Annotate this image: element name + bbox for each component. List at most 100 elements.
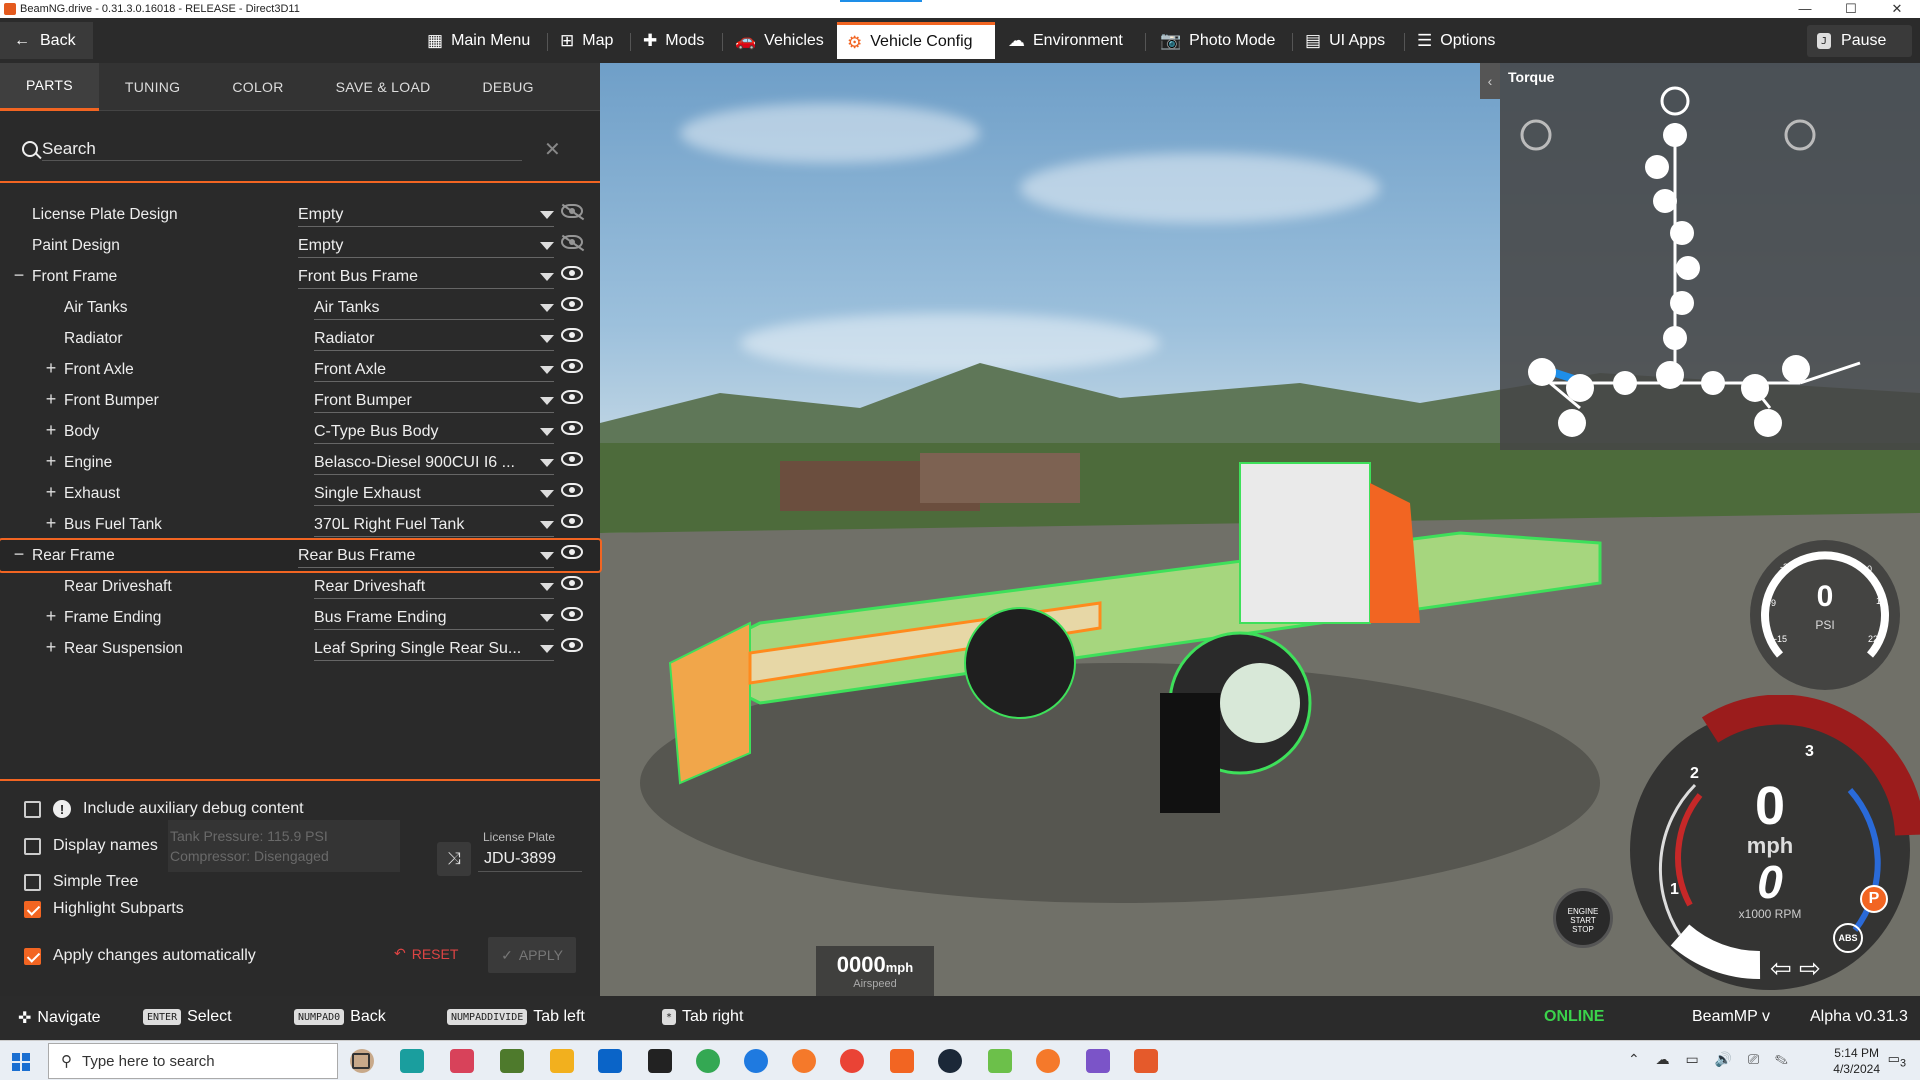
- nav-main-menu[interactable]: ▦ Main Menu: [417, 22, 540, 59]
- part-select[interactable]: Bus Frame Ending: [314, 606, 554, 630]
- tab-tuning[interactable]: TUNING: [99, 63, 206, 111]
- eye-icon[interactable]: [561, 328, 583, 342]
- dropdown-arrow-icon[interactable]: [540, 614, 554, 622]
- blender-icon-2[interactable]: [1036, 1049, 1060, 1073]
- part-select[interactable]: Radiator: [314, 327, 554, 351]
- expand-icon[interactable]: +: [44, 358, 58, 379]
- tab-color[interactable]: COLOR: [206, 63, 309, 111]
- dropdown-arrow-icon[interactable]: [540, 397, 554, 405]
- dropdown-arrow-icon[interactable]: [540, 366, 554, 374]
- dropdown-arrow-icon[interactable]: [540, 242, 554, 250]
- task-view-icon[interactable]: [352, 1053, 370, 1069]
- app-icon-2[interactable]: [988, 1049, 1012, 1073]
- part-row[interactable]: Radiator Radiator: [0, 323, 600, 354]
- dropdown-arrow-icon[interactable]: [540, 273, 554, 281]
- part-row[interactable]: + Body C-Type Bus Body: [0, 416, 600, 447]
- taskbar-search[interactable]: ⚲ Type here to search: [48, 1043, 338, 1079]
- option-aux-debug[interactable]: ! Include auxiliary debug content: [24, 800, 304, 818]
- part-row[interactable]: + Bus Fuel Tank 370L Right Fuel Tank: [0, 509, 600, 540]
- pause-button[interactable]: J Pause: [1807, 25, 1912, 57]
- eye-icon[interactable]: [561, 514, 583, 528]
- eye-off-icon[interactable]: [561, 235, 583, 249]
- eye-icon[interactable]: [561, 638, 583, 652]
- app-icon-3[interactable]: [1134, 1049, 1158, 1073]
- eye-icon[interactable]: [561, 483, 583, 497]
- part-row[interactable]: Paint Design Empty: [0, 230, 600, 261]
- eye-icon[interactable]: [561, 266, 583, 280]
- clear-icon[interactable]: ✕: [544, 137, 561, 162]
- eye-icon[interactable]: [561, 452, 583, 466]
- dropdown-arrow-icon[interactable]: [540, 459, 554, 467]
- aux-debug-checkbox[interactable]: [24, 800, 41, 818]
- part-row[interactable]: License Plate Design Empty: [0, 199, 600, 230]
- part-row[interactable]: + Front Axle Front Axle: [0, 354, 600, 385]
- nav-vehicle-config[interactable]: ⚙ Vehicle Config: [837, 22, 995, 59]
- part-select[interactable]: Rear Driveshaft: [314, 575, 554, 599]
- dropdown-arrow-icon[interactable]: [540, 490, 554, 498]
- part-row[interactable]: Air Tanks Air Tanks: [0, 292, 600, 323]
- dropdown-arrow-icon[interactable]: [540, 583, 554, 591]
- expand-icon[interactable]: +: [44, 606, 58, 627]
- eye-icon[interactable]: [561, 297, 583, 311]
- expand-icon[interactable]: +: [44, 513, 58, 534]
- dropdown-arrow-icon[interactable]: [540, 304, 554, 312]
- part-select[interactable]: Air Tanks: [314, 296, 554, 320]
- option-display-names[interactable]: Display names: [24, 837, 158, 855]
- part-row[interactable]: + Exhaust Single Exhaust: [0, 478, 600, 509]
- part-select[interactable]: Rear Bus Frame: [298, 544, 554, 568]
- expand-icon[interactable]: +: [44, 637, 58, 658]
- part-select[interactable]: Front Axle: [314, 358, 554, 382]
- dropdown-arrow-icon[interactable]: [540, 521, 554, 529]
- chevron-left-icon[interactable]: ‹: [1480, 63, 1500, 99]
- nav-options[interactable]: ☰ Options: [1407, 22, 1505, 59]
- shuffle-icon[interactable]: ⤨: [437, 842, 471, 876]
- simple-tree-checkbox[interactable]: [24, 873, 41, 891]
- dropdown-arrow-icon[interactable]: [540, 211, 554, 219]
- file-explorer-icon[interactable]: [550, 1049, 574, 1073]
- part-row[interactable]: Rear Driveshaft Rear Driveshaft: [0, 571, 600, 602]
- outlook-icon[interactable]: [598, 1049, 622, 1073]
- apply-auto-checkbox[interactable]: [24, 947, 41, 965]
- cursorforge-icon[interactable]: [648, 1049, 672, 1073]
- chrome-profile-icon[interactable]: [840, 1049, 864, 1073]
- part-select[interactable]: Leaf Spring Single Rear Su...: [314, 637, 554, 661]
- expand-icon[interactable]: +: [44, 482, 58, 503]
- part-select[interactable]: 370L Right Fuel Tank: [314, 513, 554, 537]
- part-row[interactable]: − Front Frame Front Bus Frame: [0, 261, 600, 292]
- arduino-icon[interactable]: [400, 1049, 424, 1073]
- beamng-taskbar-icon[interactable]: [890, 1049, 914, 1073]
- part-row[interactable]: + Front Bumper Front Bumper: [0, 385, 600, 416]
- part-row[interactable]: − Rear Frame Rear Bus Frame: [0, 538, 602, 573]
- part-select[interactable]: Front Bumper: [314, 389, 554, 413]
- part-row[interactable]: + Frame Ending Bus Frame Ending: [0, 602, 600, 633]
- highlight-subparts-checkbox[interactable]: [24, 900, 41, 918]
- minimize-icon[interactable]: —: [1782, 0, 1828, 18]
- dropdown-arrow-icon[interactable]: [540, 428, 554, 436]
- tab-debug[interactable]: DEBUG: [457, 63, 560, 111]
- part-select[interactable]: Belasco-Diesel 900CUI I6 ...: [314, 451, 554, 475]
- display-names-checkbox[interactable]: [24, 837, 41, 855]
- option-simple-tree[interactable]: Simple Tree: [24, 873, 138, 891]
- blender-icon[interactable]: [792, 1049, 816, 1073]
- clock[interactable]: 5:14 PM 4/3/2024: [1833, 1045, 1880, 1077]
- eye-icon[interactable]: [561, 545, 583, 559]
- eye-icon[interactable]: [561, 576, 583, 590]
- eye-off-icon[interactable]: [561, 204, 583, 218]
- nav-vehicles[interactable]: 🚗 Vehicles: [725, 22, 834, 59]
- eye-icon[interactable]: [561, 421, 583, 435]
- system-tray-icons[interactable]: ⌃ ☁ ▭ 🔊 ⎚ ✎: [1628, 1051, 1794, 1068]
- part-row[interactable]: + Engine Belasco-Diesel 900CUI I6 ...: [0, 447, 600, 478]
- nav-photo-mode[interactable]: 📷 Photo Mode: [1150, 22, 1285, 59]
- dropdown-arrow-icon[interactable]: [540, 645, 554, 653]
- expand-icon[interactable]: +: [44, 389, 58, 410]
- back-button[interactable]: ← Back: [0, 22, 93, 59]
- nav-environment[interactable]: ☁ Environment: [998, 22, 1133, 59]
- tab-save-load[interactable]: SAVE & LOAD: [310, 63, 457, 111]
- maximize-icon[interactable]: ☐: [1828, 0, 1874, 18]
- chrome-icon[interactable]: [696, 1049, 720, 1073]
- eye-icon[interactable]: [561, 359, 583, 373]
- engine-start-button[interactable]: ENGINE START STOP: [1553, 888, 1613, 948]
- part-select[interactable]: Single Exhaust: [314, 482, 554, 506]
- app-icon-1[interactable]: [450, 1049, 474, 1073]
- part-row[interactable]: + Rear Suspension Leaf Spring Single Rear …: [0, 633, 600, 664]
